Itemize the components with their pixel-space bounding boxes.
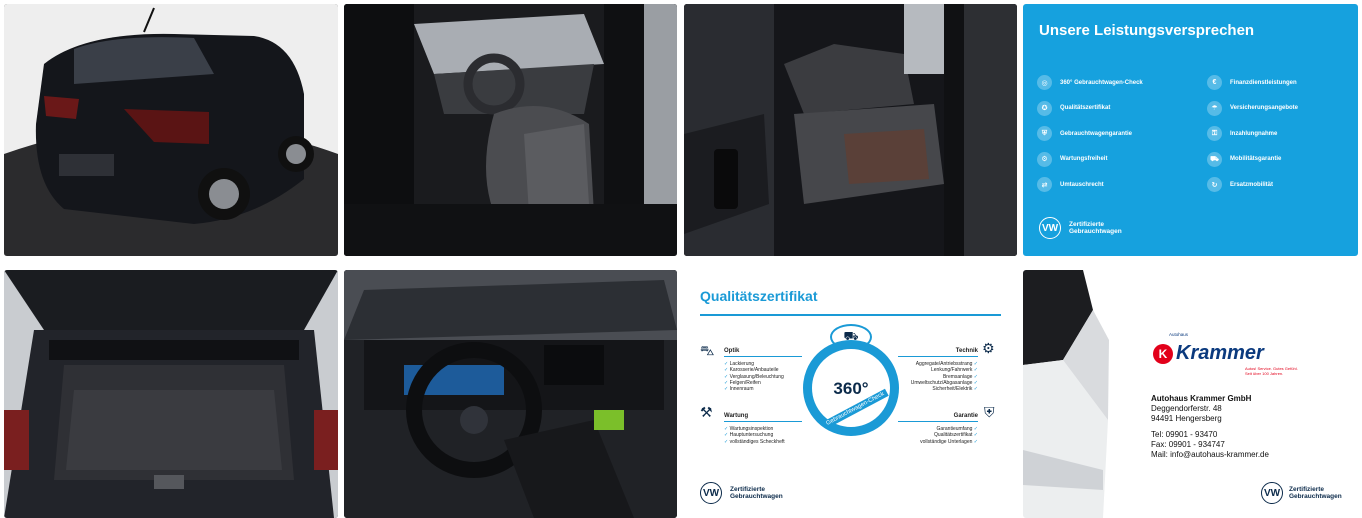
replacement-car-icon: ↻ [1207, 177, 1222, 193]
photo-rear-seats[interactable] [684, 4, 1017, 256]
street: Deggendorferstr. 48 [1151, 404, 1222, 414]
optik-block: Optik ✓ Lackierung ✓ Karosserie/Anbautei… [724, 348, 802, 392]
promise-item: ⛨ Gebrauchtwagengarantie [1037, 121, 1143, 147]
promise-item: ⇄ Umtauschrecht [1037, 172, 1143, 198]
mobility-icon: ⛟ [1207, 151, 1222, 167]
photo-car-rear-exterior[interactable] [4, 4, 338, 256]
promise-list-right: € Finanzdienstleistungen ☂ Versicherungs… [1207, 70, 1298, 198]
trade-in-icon: ⚿ [1207, 126, 1222, 142]
dealer-tagline: Autos! Service. Gutes Gefühl. Seit über … [1245, 366, 1298, 376]
krammer-logo: K Krammer [1153, 342, 1264, 365]
promise-card[interactable]: Unsere Leistungsversprechen ◎ 360° Gebra… [1023, 4, 1358, 256]
city: 94491 Hengersberg [1151, 414, 1222, 424]
exchange-icon: ⇄ [1037, 177, 1052, 193]
certificate-card[interactable]: Qualitätszertifikat ⛍ Optik ✓ Lackierung… [684, 270, 1017, 518]
promise-item: € Finanzdienstleistungen [1207, 70, 1298, 96]
certified-used-cars-badge: VW Zertifizierte Gebrauchtwagen [1039, 217, 1122, 239]
shield-icon: ⛨ [1037, 126, 1052, 142]
rear-seats-image [684, 4, 1017, 256]
car-rear-exterior-image [4, 4, 338, 256]
vw-logo-icon: VW [1261, 482, 1283, 504]
garantie-block: Garantie Garantieumfang ✓ Qualitätszerti… [898, 413, 978, 445]
car-edge-image [1023, 270, 1109, 518]
divider [700, 314, 1001, 316]
certified-used-cars-badge: VW Zertifizierte Gebrauchtwagen [1261, 482, 1342, 504]
promise-item: ⛟ Mobilitätsgarantie [1207, 147, 1298, 173]
promise-item: ☂ Versicherungsangebote [1207, 96, 1298, 122]
autohaus-label: Autohaus [1169, 332, 1189, 337]
check-360-icon: ◎ [1037, 75, 1052, 91]
image-gallery: Unsere Leistungsversprechen ◎ 360° Gebra… [0, 0, 1362, 518]
email[interactable]: Mail: info@autohaus-krammer.de [1151, 450, 1269, 460]
photo-front-interior[interactable] [344, 4, 677, 256]
technik-block: Technik Aggregate/Antriebsstrang ✓ Lenku… [898, 348, 978, 392]
insurance-icon: ☂ [1207, 100, 1222, 116]
car-front-icon: ⛍ [700, 342, 715, 358]
trunk-image [4, 270, 338, 518]
shield-check-icon: ⛨ [984, 404, 995, 420]
dealer-address: Autohaus Krammer GmbH Deggendorferstr. 4… [1151, 394, 1269, 460]
photo-dashboard[interactable] [344, 270, 677, 518]
vw-logo-icon: VW [700, 482, 722, 504]
check-360-badge: 360° Gebrauchtwagen-Check [803, 340, 899, 436]
photo-trunk[interactable] [4, 270, 338, 518]
certificate-title: Qualitätszertifikat [700, 288, 818, 304]
promise-item: ◎ 360° Gebrauchtwagen-Check [1037, 70, 1143, 96]
krammer-k-icon: K [1153, 343, 1173, 364]
phone: Tel: 09901 - 93470 [1151, 429, 1218, 439]
fax: Fax: 09901 - 934747 [1151, 439, 1225, 449]
promise-item: ⚙ Wartungsfreiheit [1037, 147, 1143, 173]
promise-item: ↻ Ersatzmobilität [1207, 172, 1298, 198]
vw-logo-icon: VW [1039, 217, 1061, 239]
promise-item: ⚿ Inzahlungnahme [1207, 121, 1298, 147]
gears-icon: ⚙ [1037, 151, 1052, 167]
finance-icon: € [1207, 75, 1222, 91]
promise-list-left: ◎ 360° Gebrauchtwagen-Check ✪ Qualitätsz… [1037, 70, 1143, 198]
dashboard-image [344, 270, 677, 518]
front-interior-image [344, 4, 677, 256]
certified-used-cars-badge: VW Zertifizierte Gebrauchtwagen [700, 482, 783, 504]
promise-item: ✪ Qualitätszertifikat [1037, 96, 1143, 122]
promise-card-title: Unsere Leistungsversprechen [1039, 22, 1255, 39]
company-name: Autohaus Krammer GmbH [1151, 394, 1252, 403]
certificate-icon: ✪ [1037, 100, 1052, 116]
engine-icon: ⚙ [982, 340, 995, 356]
wrench-icon: ⚒ [700, 404, 713, 420]
dealer-card[interactable]: Autohaus K Krammer Autos! Service. Gutes… [1023, 270, 1358, 518]
wartung-block: Wartung ✓ Wartungsinspektion ✓ Hauptunte… [724, 413, 802, 445]
